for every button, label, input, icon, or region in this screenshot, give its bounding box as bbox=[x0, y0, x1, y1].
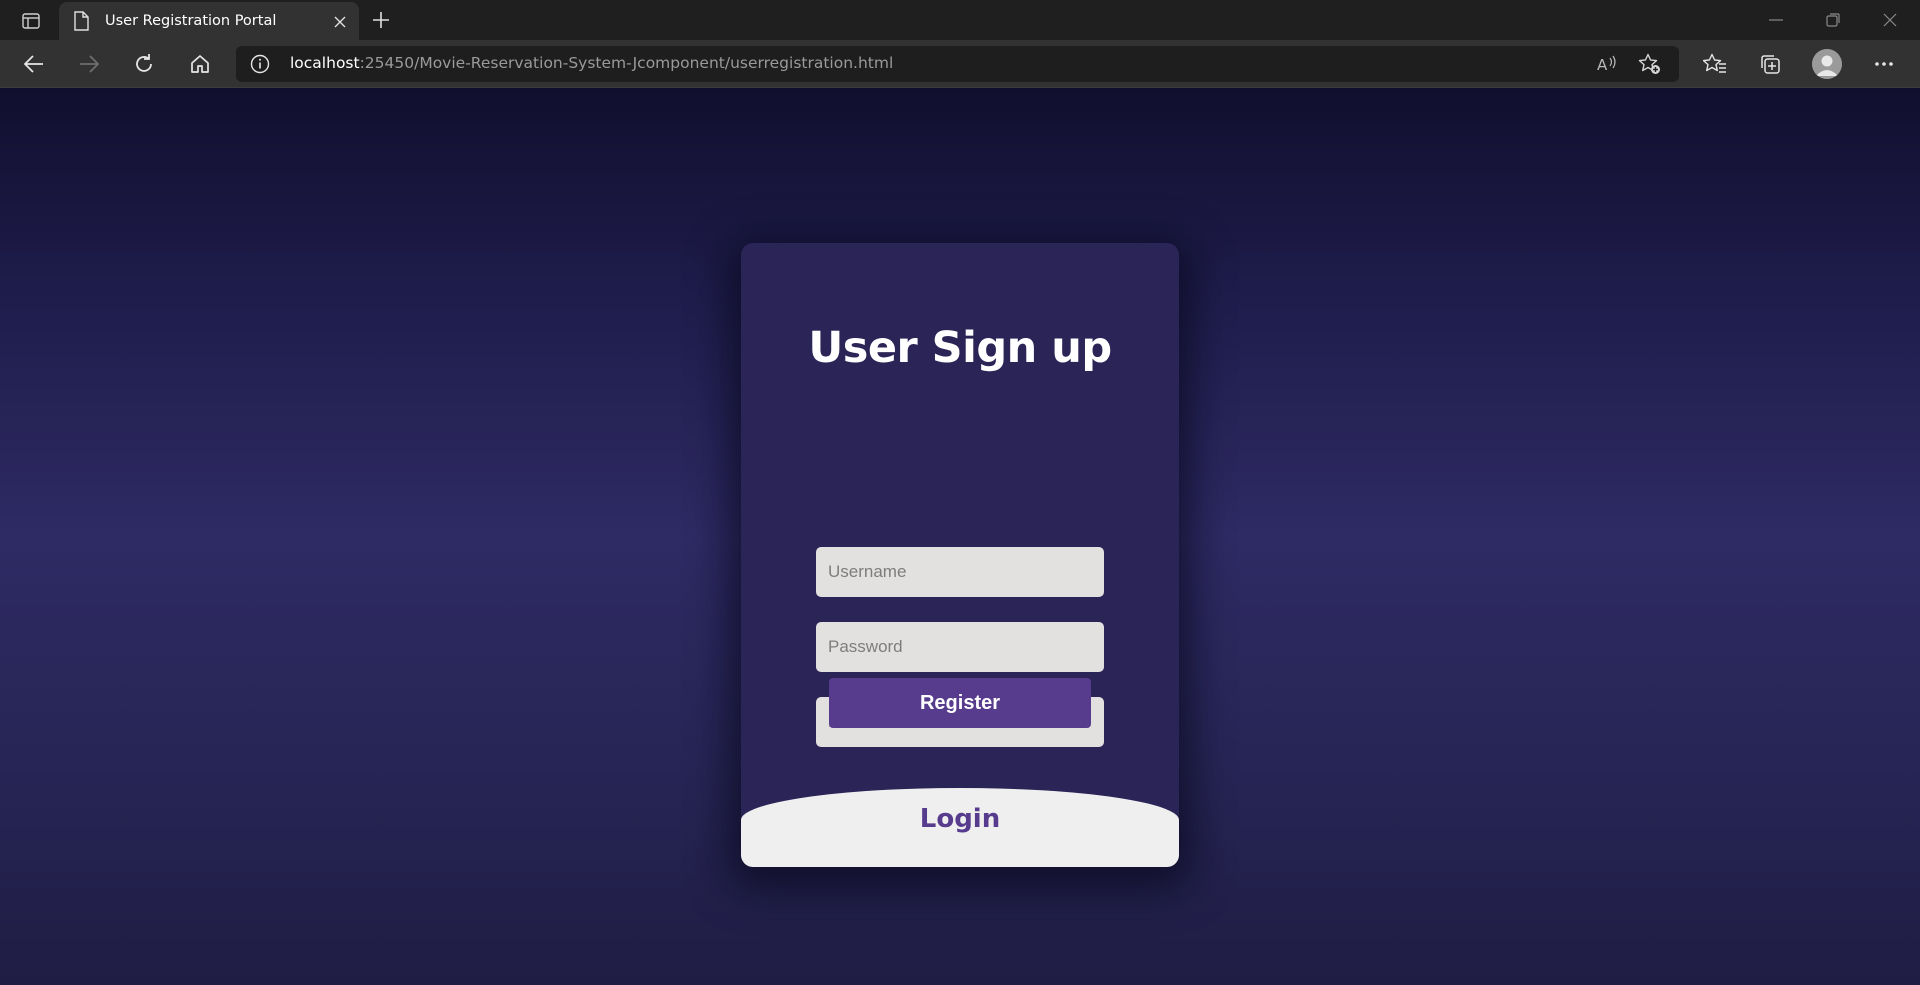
more-icon[interactable] bbox=[1866, 48, 1902, 80]
close-icon[interactable] bbox=[330, 12, 350, 32]
add-favorite-icon[interactable] bbox=[1634, 50, 1666, 78]
browser-toolbar: localhost:25450/Movie-Reservation-System… bbox=[0, 40, 1920, 88]
restore-icon[interactable] bbox=[1810, 4, 1856, 36]
tab-actions-icon[interactable] bbox=[14, 8, 48, 34]
active-tab[interactable]: User Registration Portal bbox=[59, 2, 359, 40]
profile-avatar[interactable] bbox=[1812, 49, 1842, 79]
password-input[interactable] bbox=[816, 622, 1104, 672]
url-path: :25450/Movie-Reservation-System-Jcompone… bbox=[359, 54, 894, 72]
signup-card: User Sign up Register Login bbox=[741, 243, 1179, 867]
login-panel[interactable]: Login bbox=[741, 788, 1179, 867]
minimize-icon[interactable] bbox=[1753, 4, 1799, 36]
username-input[interactable] bbox=[816, 547, 1104, 597]
tab-bar: User Registration Portal bbox=[0, 0, 1920, 40]
back-icon[interactable] bbox=[16, 48, 52, 80]
register-button[interactable]: Register bbox=[829, 678, 1091, 728]
login-link[interactable]: Login bbox=[741, 804, 1179, 834]
url-host: localhost bbox=[290, 54, 360, 72]
read-aloud-icon[interactable]: A bbox=[1591, 50, 1623, 78]
page-icon bbox=[73, 11, 89, 36]
tab-title: User Registration Portal bbox=[105, 13, 277, 29]
home-icon[interactable] bbox=[182, 48, 218, 80]
forward-icon[interactable] bbox=[71, 48, 107, 80]
svg-text:A: A bbox=[1597, 56, 1608, 74]
close-window-icon[interactable] bbox=[1867, 4, 1913, 36]
info-icon[interactable] bbox=[250, 54, 270, 79]
favorites-icon[interactable] bbox=[1697, 48, 1733, 80]
address-bar[interactable]: localhost:25450/Movie-Reservation-System… bbox=[236, 46, 1679, 82]
plus-icon[interactable] bbox=[366, 6, 396, 34]
page-background: User Sign up Register Login bbox=[0, 88, 1920, 985]
page-title: User Sign up bbox=[808, 323, 1112, 373]
url-text[interactable]: localhost:25450/Movie-Reservation-System… bbox=[290, 54, 893, 72]
refresh-icon[interactable] bbox=[126, 48, 162, 80]
collections-icon[interactable] bbox=[1752, 48, 1788, 80]
